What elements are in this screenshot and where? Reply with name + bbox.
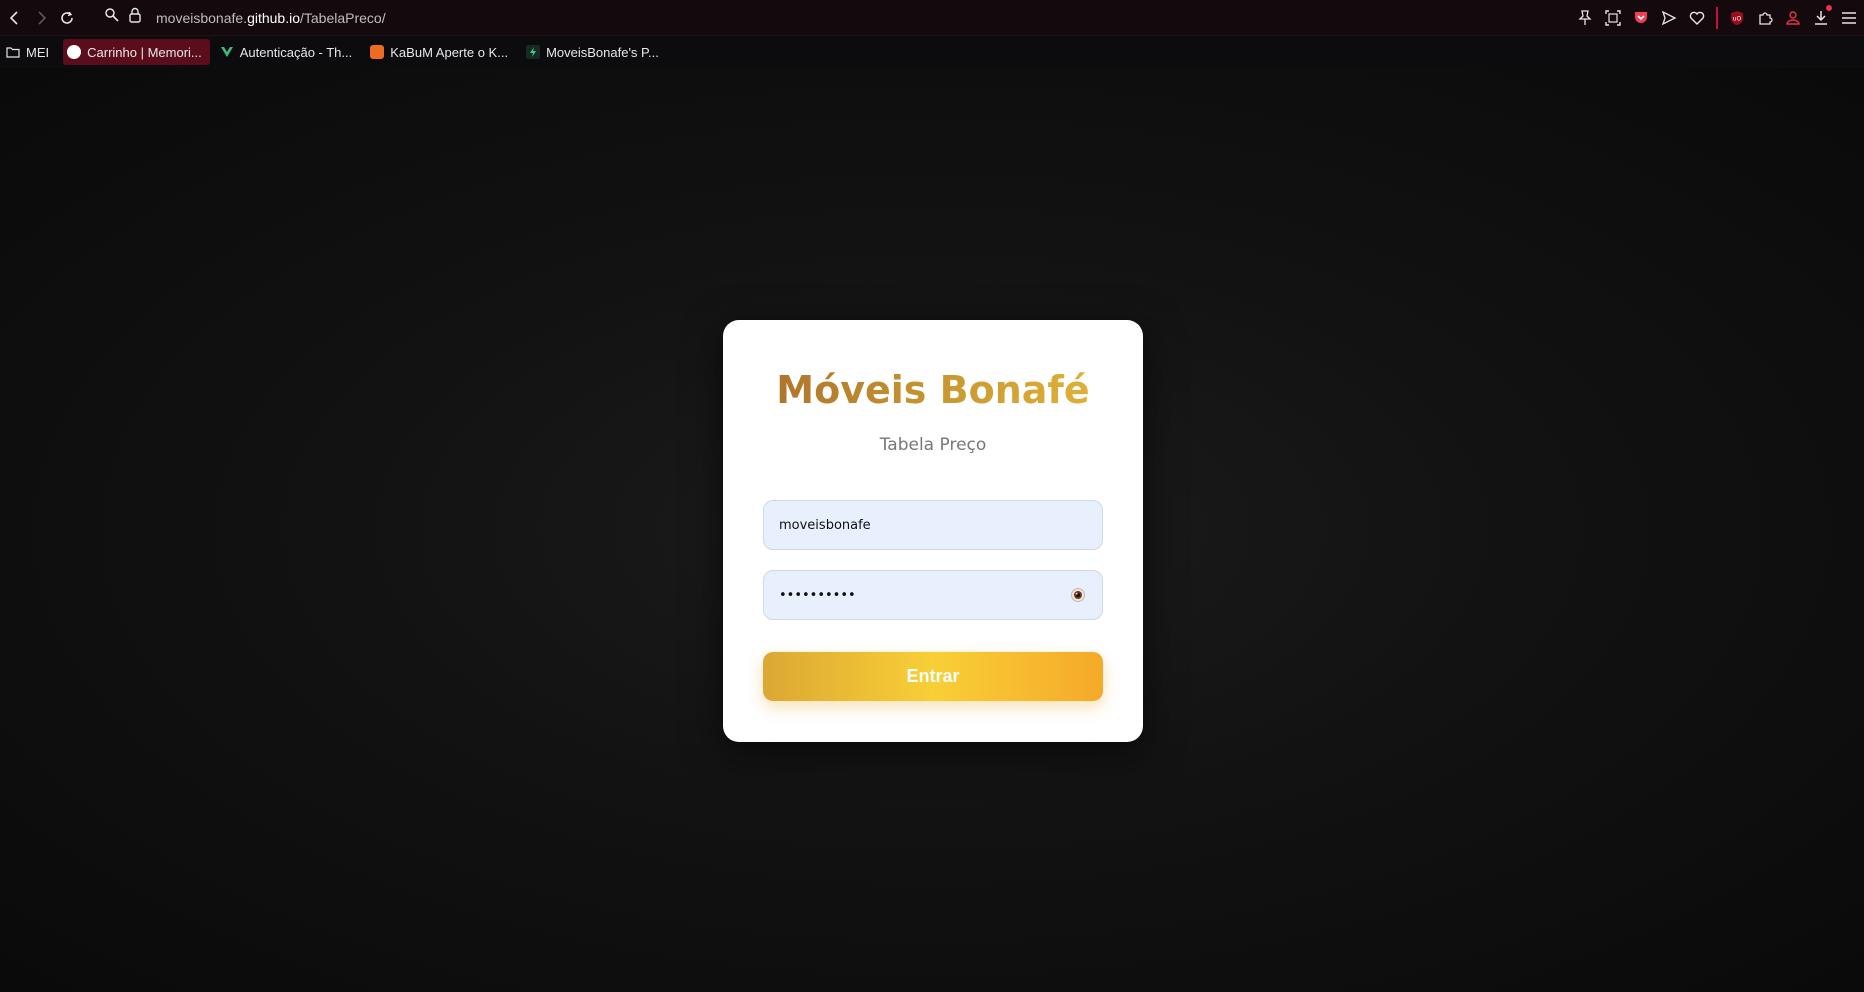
url-prefix: moveisbonafe. — [156, 9, 248, 26]
screenshot-icon[interactable] — [1604, 9, 1622, 27]
browser-toolbar: moveisbonafe.github.io/TabelaPreco/ uO — [0, 0, 1864, 36]
pin-icon[interactable] — [1576, 9, 1594, 27]
extensions-icon[interactable] — [1756, 9, 1774, 27]
bookmark-label: KaBuM Aperte o K... — [390, 44, 509, 60]
page-subtitle: Tabela Preço — [879, 435, 987, 455]
toolbar-separator — [1716, 7, 1718, 29]
url-host: github.io — [247, 9, 300, 26]
bookmark-label: MoveisBonafe's P... — [546, 44, 659, 60]
back-button[interactable] — [4, 7, 26, 29]
reload-icon — [61, 11, 73, 24]
ublock-icon[interactable]: uO — [1728, 9, 1746, 27]
account-icon[interactable] — [1784, 9, 1802, 27]
password-field[interactable]: •••••••••• — [763, 570, 1103, 620]
reload-button[interactable] — [56, 7, 78, 29]
address-bar[interactable]: moveisbonafe.github.io/TabelaPreco/ — [156, 10, 386, 26]
chevron-right-icon — [38, 10, 47, 25]
forward-button[interactable] — [30, 7, 52, 29]
bolt-favicon — [526, 45, 541, 59]
login-card: Móveis Bonafé Tabela Preço moveisbonafe … — [723, 320, 1143, 742]
kabum-favicon — [370, 45, 385, 59]
lock-icon[interactable] — [128, 7, 142, 28]
bookmark-label: Autenticação - Th... — [239, 44, 353, 60]
bookmark-carrinho[interactable]: Carrinho | Memori... — [63, 39, 210, 65]
username-field[interactable]: moveisbonafe — [763, 500, 1103, 550]
username-value: moveisbonafe — [779, 517, 871, 533]
bookmark-folder-mei[interactable]: MEI — [2, 39, 57, 65]
login-button[interactable]: Entrar — [763, 652, 1103, 701]
vue-favicon — [220, 47, 233, 57]
show-password-icon[interactable] — [1069, 586, 1087, 604]
url-path: /TabelaPreco/ — [300, 9, 386, 26]
brand-title: Móveis Bonafé — [723, 368, 1143, 412]
svg-text:uO: uO — [1733, 16, 1742, 23]
site-favicon — [67, 45, 82, 59]
pocket-icon[interactable] — [1632, 9, 1650, 27]
notification-dot — [1826, 5, 1832, 11]
send-icon[interactable] — [1660, 9, 1678, 27]
bookmark-autenticacao[interactable]: Autenticação - Th... — [216, 39, 361, 65]
chevron-left-icon — [9, 10, 18, 25]
password-value: •••••••••• — [779, 587, 856, 603]
bookmark-moveisbonafe[interactable]: MoveisBonafe's P... — [522, 39, 667, 65]
folder-icon — [6, 47, 20, 58]
menu-icon[interactable] — [1840, 9, 1858, 27]
heart-icon[interactable] — [1688, 9, 1706, 27]
bookmarks-bar: MEI Carrinho | Memori... Autenticação - … — [0, 37, 1864, 67]
site-settings-icon[interactable] — [104, 7, 120, 28]
downloads-icon[interactable] — [1812, 5, 1832, 27]
bookmark-kabum[interactable]: KaBuM Aperte o K... — [366, 39, 516, 65]
bookmark-label: MEI — [26, 44, 50, 60]
bookmark-label: Carrinho | Memori... — [87, 44, 202, 60]
